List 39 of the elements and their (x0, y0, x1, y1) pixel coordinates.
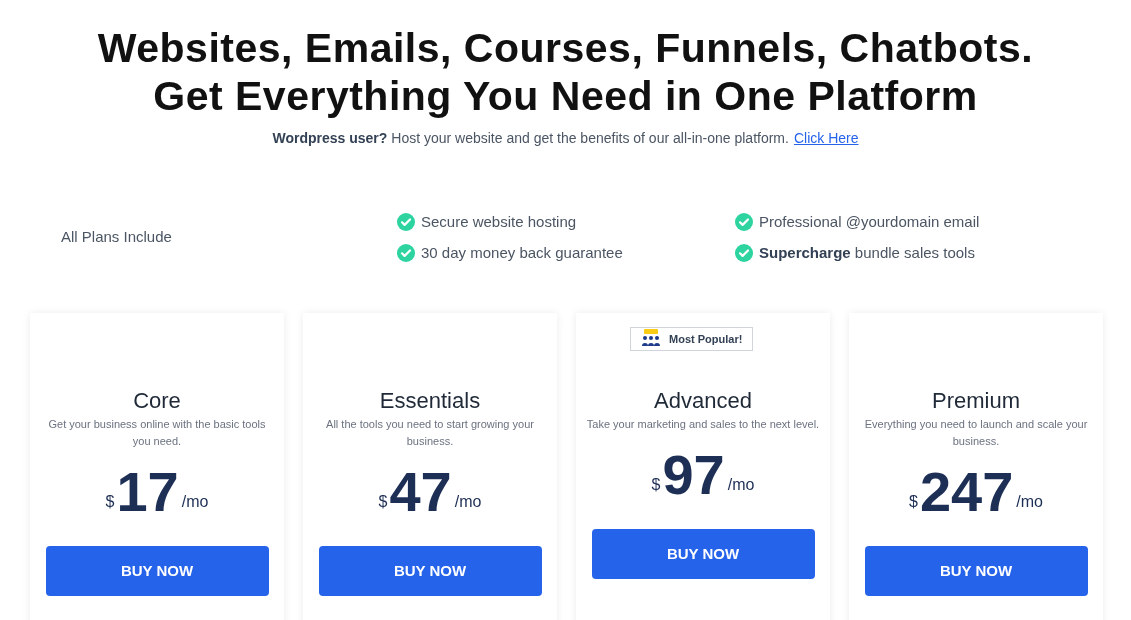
buy-now-button[interactable]: BUY NOW (45, 546, 269, 596)
price-period: /mo (181, 492, 209, 512)
click-here-link[interactable]: Click Here (793, 128, 859, 149)
price: 17 (116, 464, 179, 520)
plan-description: All the tools you need to start growing your business. (325, 417, 535, 449)
plan-name: Core (133, 388, 181, 414)
feature-text: Supercharge bundle sales tools (759, 242, 975, 263)
feature-text: Professional @yourdomain email (759, 212, 980, 232)
plan-name: Premium (932, 388, 1020, 414)
check-circle-icon (397, 243, 415, 262)
buy-now-button[interactable]: BUY NOW (864, 546, 1088, 596)
plan-description: Everything you need to launch and scale your business. (863, 417, 1089, 449)
price: 247 (919, 464, 1014, 520)
currency-symbol: $ (651, 475, 661, 495)
plan-name: Essentials (379, 388, 481, 414)
currency-symbol: $ (378, 492, 388, 512)
headline: Websites, Emails, Courses, Funnels, Chatbots. (97, 24, 1034, 72)
headline: Get Everything You Need in One Platform (153, 72, 978, 120)
check-circle-icon (735, 243, 753, 262)
plan-description: Take your marketing and sales to the next level. (585, 417, 821, 432)
currency-symbol: $ (909, 492, 918, 512)
group-icon (641, 329, 661, 349)
check-circle-icon (735, 213, 753, 232)
buy-now-button[interactable]: BUY NOW (591, 529, 815, 579)
most-popular-badge: Most Popular! (630, 327, 754, 351)
subtitle-text: Wordpress user? Host your website and get the benefits of our all-in-one platform. (272, 129, 789, 148)
plan-description: Get your business online with the basic tools you need. (47, 417, 267, 449)
price-period: /mo (1016, 492, 1043, 512)
check-circle-icon (397, 213, 415, 232)
includes-label: All Plans Include (60, 227, 173, 248)
feature-text: Secure website hosting (421, 212, 577, 232)
plan-name: Advanced (654, 388, 752, 414)
currency-symbol: $ (105, 492, 115, 512)
feature-text: 30 day money back guarantee (421, 242, 623, 263)
price: 97 (662, 447, 725, 503)
price-period: /mo (454, 492, 482, 512)
price: 47 (389, 464, 452, 520)
price-period: /mo (727, 475, 755, 495)
buy-now-button[interactable]: BUY NOW (318, 546, 542, 596)
